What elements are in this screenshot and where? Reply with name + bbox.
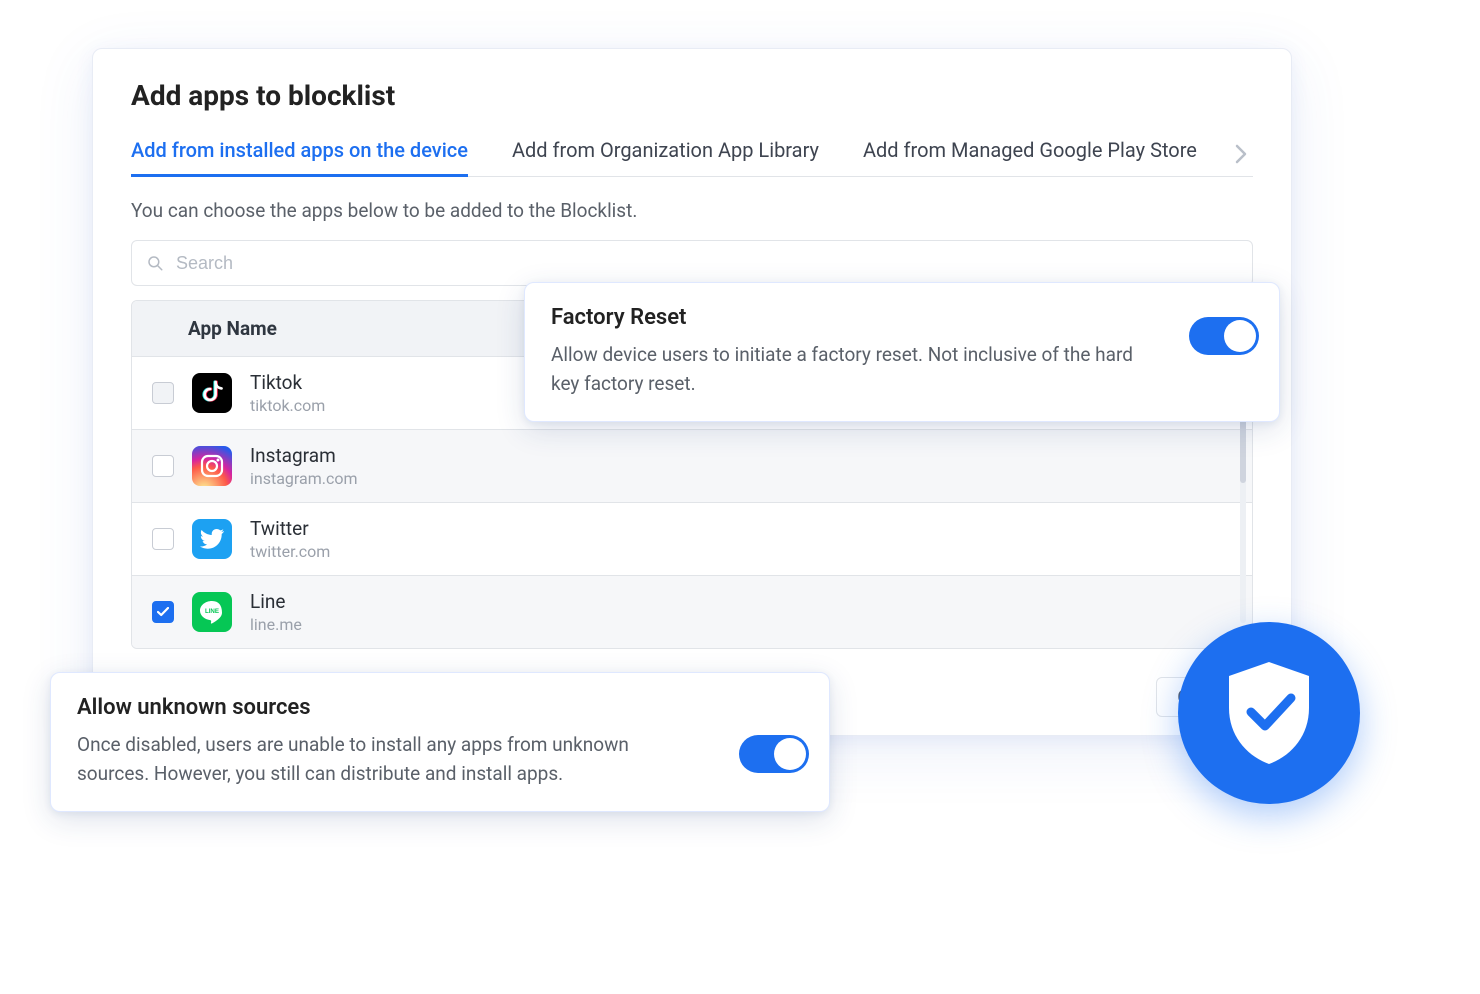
checkbox[interactable] xyxy=(152,382,174,404)
app-domain: line.me xyxy=(250,615,302,634)
tab-org-library[interactable]: Add from Organization App Library xyxy=(512,138,819,176)
card-title: Allow unknown sources xyxy=(77,695,729,720)
page-title: Add apps to blocklist xyxy=(131,79,1253,112)
instagram-icon xyxy=(192,446,232,486)
toggle-unknown-sources[interactable] xyxy=(739,735,809,773)
toggle-knob xyxy=(774,738,806,770)
app-name: Instagram xyxy=(250,444,358,467)
search-icon xyxy=(146,254,164,272)
app-meta: Twitter twitter.com xyxy=(250,517,330,561)
shield-check-icon xyxy=(1221,658,1317,768)
app-meta: Line line.me xyxy=(250,590,302,634)
app-domain: instagram.com xyxy=(250,469,358,488)
card-body: Allow device users to initiate a factory… xyxy=(551,340,1141,399)
app-domain: tiktok.com xyxy=(250,396,325,415)
table-row[interactable]: LINE Line line.me xyxy=(132,575,1252,648)
card-unknown-sources: Allow unknown sources Once disabled, use… xyxy=(50,672,830,812)
app-name: Line xyxy=(250,590,302,613)
tiktok-icon xyxy=(192,373,232,413)
tabs: Add from installed apps on the device Ad… xyxy=(131,138,1253,177)
chevron-right-icon xyxy=(1235,144,1247,164)
search-input[interactable] xyxy=(174,252,1238,275)
card-body: Once disabled, users are unable to insta… xyxy=(77,730,667,789)
tabs-overflow-button[interactable] xyxy=(1229,142,1253,166)
table-row[interactable]: Instagram instagram.com xyxy=(132,429,1252,502)
card-factory-reset: Factory Reset Allow device users to init… xyxy=(524,282,1280,422)
toggle-knob xyxy=(1224,320,1256,352)
card-title: Factory Reset xyxy=(551,305,1179,330)
checkbox[interactable] xyxy=(152,601,174,623)
app-name: Tiktok xyxy=(250,371,325,394)
tab-managed-play[interactable]: Add from Managed Google Play Store xyxy=(863,138,1197,176)
search-box[interactable] xyxy=(131,240,1253,286)
table-row[interactable]: Twitter twitter.com xyxy=(132,502,1252,575)
app-meta: Tiktok tiktok.com xyxy=(250,371,325,415)
app-domain: twitter.com xyxy=(250,542,330,561)
line-icon: LINE xyxy=(192,592,232,632)
app-meta: Instagram instagram.com xyxy=(250,444,358,488)
twitter-icon xyxy=(192,519,232,559)
tab-installed-apps[interactable]: Add from installed apps on the device xyxy=(131,138,468,176)
toggle-factory-reset[interactable] xyxy=(1189,317,1259,355)
help-text: You can choose the apps below to be adde… xyxy=(131,199,1253,222)
app-name: Twitter xyxy=(250,517,330,540)
security-badge xyxy=(1178,622,1360,804)
column-app-name: App Name xyxy=(188,317,277,340)
checkbox[interactable] xyxy=(152,455,174,477)
svg-text:LINE: LINE xyxy=(205,608,219,615)
checkbox[interactable] xyxy=(152,528,174,550)
